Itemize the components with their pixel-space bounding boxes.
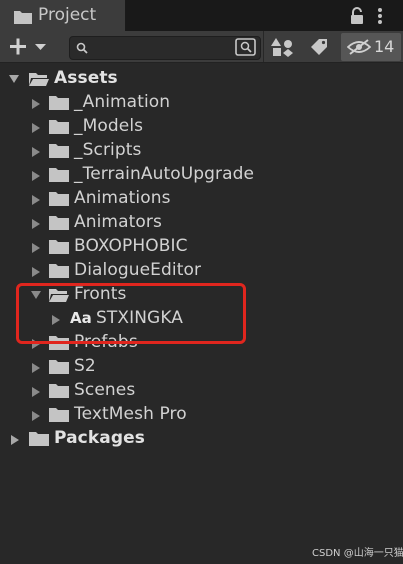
- tree-item-label: _Models: [74, 116, 144, 136]
- tree-item-label: _Scripts: [74, 140, 142, 160]
- collapsed-arrow-icon[interactable]: [31, 170, 41, 182]
- hidden-count: 14: [374, 37, 395, 56]
- tree-item-folder[interactable]: _Animation: [0, 91, 403, 115]
- search-type-icon: [235, 38, 256, 56]
- tree-item-folder[interactable]: _TerrainAutoUpgrade: [0, 163, 403, 187]
- search-type-button[interactable]: [234, 36, 258, 58]
- collapsed-arrow-icon[interactable]: [31, 122, 41, 134]
- toolbar-divider: [263, 31, 264, 62]
- collapsed-arrow-icon[interactable]: [31, 362, 41, 374]
- folder-icon: [49, 168, 69, 182]
- collapsed-arrow-icon[interactable]: [10, 434, 20, 446]
- tree-item-folder[interactable]: _Models: [0, 115, 403, 139]
- tab-title: Project: [38, 5, 97, 25]
- collapsed-arrow-icon[interactable]: [31, 218, 41, 230]
- tab-project[interactable]: Project: [0, 0, 126, 31]
- tree-item-assets[interactable]: Assets: [0, 67, 403, 91]
- tree-item-folder[interactable]: S2: [0, 355, 403, 379]
- tree-item-label: _Animation: [74, 92, 171, 112]
- tree-item-label: Scenes: [74, 380, 136, 400]
- hidden-packages-toggle[interactable]: 14: [341, 33, 401, 61]
- folder-icon: [49, 120, 69, 134]
- tree-item-label: DialogueEditor: [74, 260, 202, 280]
- folder-icon: [49, 96, 69, 110]
- tree-item-label: S2: [74, 356, 96, 376]
- lock-icon[interactable]: [349, 7, 365, 25]
- tree-item-folder[interactable]: BOXOPHOBIC: [0, 235, 403, 259]
- collapsed-arrow-icon[interactable]: [31, 194, 41, 206]
- tree-item-folder[interactable]: Animations: [0, 187, 403, 211]
- create-button[interactable]: [6, 35, 52, 59]
- collapsed-arrow-icon[interactable]: [31, 410, 41, 422]
- tree-item-label: _TerrainAutoUpgrade: [74, 164, 255, 184]
- shapes-icon: [271, 38, 293, 57]
- type-filter-button[interactable]: [268, 35, 298, 59]
- folder-icon: [14, 11, 32, 24]
- folder-icon: [49, 192, 69, 206]
- folder-icon: [49, 144, 69, 158]
- folder-icon: [49, 216, 69, 230]
- project-toolbar: 14: [0, 31, 403, 63]
- eye-hidden-icon: [347, 39, 371, 55]
- search-input[interactable]: [92, 39, 232, 57]
- collapsed-arrow-icon[interactable]: [31, 98, 41, 110]
- plus-icon: [10, 38, 46, 55]
- more-options-icon[interactable]: [375, 7, 385, 25]
- highlight-annotation-box: [16, 283, 246, 344]
- tree-item-folder[interactable]: TextMesh Pro: [0, 403, 403, 427]
- tree-item-folder[interactable]: DialogueEditor: [0, 259, 403, 283]
- folder-icon: [49, 384, 69, 398]
- tree-item-folder[interactable]: Animators: [0, 211, 403, 235]
- folder-icon: [49, 264, 69, 278]
- folder-icon: [49, 360, 69, 374]
- tree-item-packages[interactable]: Packages: [0, 427, 403, 451]
- tree-item-folder[interactable]: Scenes: [0, 379, 403, 403]
- search-box[interactable]: [69, 36, 261, 60]
- expanded-arrow-icon[interactable]: [8, 74, 20, 84]
- tree-item-label: Packages: [54, 428, 145, 448]
- search-icon: [76, 42, 88, 54]
- label-filter-button[interactable]: [304, 35, 334, 59]
- tree-item-folder[interactable]: _Scripts: [0, 139, 403, 163]
- tree-item-label: Animators: [74, 212, 162, 232]
- collapsed-arrow-icon[interactable]: [31, 386, 41, 398]
- tag-icon: [311, 39, 327, 55]
- folder-icon: [49, 240, 69, 254]
- tree-item-label: BOXOPHOBIC: [74, 236, 188, 256]
- watermark: CSDN @山海一只猫: [312, 548, 403, 559]
- collapsed-arrow-icon[interactable]: [31, 242, 41, 254]
- folder-icon: [29, 432, 49, 446]
- tree-item-label: Assets: [54, 68, 118, 88]
- tree-item-label: TextMesh Pro: [74, 404, 187, 424]
- collapsed-arrow-icon[interactable]: [31, 146, 41, 158]
- folder-open-icon: [29, 73, 49, 86]
- collapsed-arrow-icon[interactable]: [31, 266, 41, 278]
- tab-bar: Project: [0, 0, 403, 31]
- tree-item-label: Animations: [74, 188, 171, 208]
- folder-icon: [49, 408, 69, 422]
